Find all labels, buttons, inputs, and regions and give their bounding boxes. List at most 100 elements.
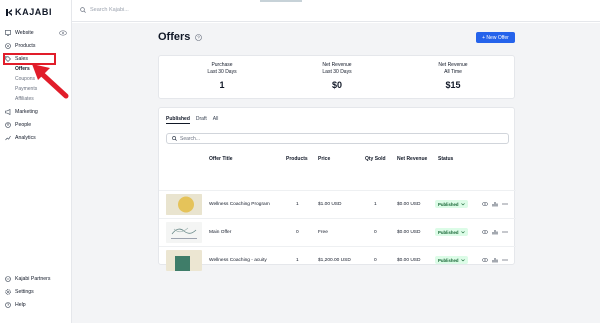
stat-net-revenue-all: Net Revenue All Time $15 bbox=[403, 62, 503, 90]
sidebar-item-help[interactable]: Help bbox=[5, 301, 26, 309]
gear-icon bbox=[5, 289, 11, 295]
more-icon[interactable] bbox=[502, 257, 508, 263]
sidebar-item-marketing[interactable]: Marketing bbox=[5, 108, 38, 116]
offer-products: 1 bbox=[296, 258, 299, 263]
sidebar-item-label: Marketing bbox=[15, 109, 38, 115]
sidebar-item-partners[interactable]: Kajabi Partners bbox=[5, 275, 50, 283]
tag-icon bbox=[5, 56, 11, 62]
sidebar-item-label: Help bbox=[15, 302, 26, 308]
offer-qty: 1 bbox=[374, 202, 377, 207]
sidebar-item-label: Settings bbox=[15, 289, 34, 295]
offer-title[interactable]: Main Offer bbox=[209, 230, 231, 235]
stat-value: 1 bbox=[219, 80, 225, 90]
products-icon bbox=[5, 43, 11, 49]
question-icon[interactable] bbox=[195, 33, 203, 41]
offer-qty: 0 bbox=[374, 258, 377, 263]
more-icon[interactable] bbox=[502, 229, 508, 235]
table-row[interactable]: Wellness Coaching Program 1 $1.00 USD 1 … bbox=[159, 190, 516, 218]
sidebar: KAJABI Website Products Sales Offers Cou… bbox=[0, 0, 72, 323]
column-header-revenue: Net Revenue bbox=[397, 156, 428, 162]
status-label: Published bbox=[438, 257, 459, 263]
column-header-qty: Qty Sold bbox=[365, 156, 386, 162]
kajabi-logo-icon bbox=[6, 8, 12, 16]
stat-net-revenue-30: Net Revenue Last 30 Days $0 bbox=[287, 62, 387, 90]
people-icon bbox=[5, 122, 11, 128]
main-content: Offers + New Offer Purchase Last 30 Days… bbox=[72, 23, 600, 323]
offer-revenue: $0.00 USD bbox=[397, 258, 421, 263]
new-offer-button[interactable]: + New Offer bbox=[476, 32, 515, 43]
global-search[interactable]: Search Kajabi... bbox=[80, 7, 129, 13]
sidebar-item-website[interactable]: Website bbox=[5, 29, 34, 37]
chart-icon[interactable] bbox=[492, 201, 498, 207]
stat-period: All Time bbox=[444, 69, 462, 75]
stat-label: Net Revenue bbox=[322, 62, 352, 68]
row-actions bbox=[482, 201, 508, 207]
column-header-status: Status bbox=[438, 156, 454, 162]
offer-products: 0 bbox=[296, 230, 299, 235]
sidebar-item-label: Website bbox=[15, 30, 34, 36]
stat-label: Net Revenue bbox=[438, 62, 468, 68]
eye-icon[interactable] bbox=[482, 201, 488, 207]
stat-value: $15 bbox=[445, 80, 461, 90]
offer-title[interactable]: Wellness Coaching - acuity bbox=[209, 258, 267, 263]
stat-purchases: Purchase Last 30 Days 1 bbox=[172, 62, 272, 90]
stat-label: Purchase bbox=[211, 62, 233, 68]
column-header-title: Offer Title bbox=[209, 156, 233, 162]
tab-all[interactable]: All bbox=[213, 116, 219, 124]
table-row[interactable]: Main Offer 0 Free 0 $0.00 USD Published bbox=[159, 218, 516, 246]
offer-thumbnail bbox=[166, 250, 202, 271]
sidebar-item-label: Kajabi Partners bbox=[15, 276, 51, 282]
status-badge[interactable]: Published bbox=[435, 228, 468, 236]
offers-table-card: Published Draft All Search... Offer Titl… bbox=[158, 107, 516, 271]
sidebar-item-analytics[interactable]: Analytics bbox=[5, 134, 36, 142]
sidebar-item-people[interactable]: People bbox=[5, 121, 31, 129]
offers-search-input[interactable]: Search... bbox=[166, 133, 509, 144]
sidebar-item-sales[interactable]: Sales bbox=[5, 55, 28, 63]
search-icon bbox=[80, 7, 86, 13]
kajabi-logo[interactable]: KAJABI bbox=[6, 7, 52, 17]
offer-title[interactable]: Wellness Coaching Program bbox=[209, 202, 270, 207]
top-indicator bbox=[260, 0, 302, 2]
table-row[interactable]: Wellness Coaching - acuity 1 $1,200.00 U… bbox=[159, 246, 516, 274]
status-badge[interactable]: Published bbox=[435, 256, 468, 264]
sidebar-item-settings[interactable]: Settings bbox=[5, 288, 34, 296]
more-icon[interactable] bbox=[502, 201, 508, 207]
annotation-arrow bbox=[32, 64, 69, 99]
tab-published[interactable]: Published bbox=[166, 116, 190, 124]
offer-price: $1,200.00 USD bbox=[318, 258, 351, 263]
offer-qty: 0 bbox=[374, 230, 377, 235]
row-actions bbox=[482, 257, 508, 263]
sidebar-subitem-offers[interactable]: Offers bbox=[15, 66, 30, 72]
status-badge[interactable]: Published bbox=[435, 200, 468, 208]
page-header: Offers bbox=[158, 31, 203, 43]
offer-price: $1.00 USD bbox=[318, 202, 342, 207]
offer-thumbnail bbox=[166, 194, 202, 215]
analytics-icon bbox=[5, 135, 11, 141]
sidebar-item-products[interactable]: Products bbox=[5, 42, 35, 50]
eye-icon[interactable] bbox=[59, 30, 67, 36]
top-bar: Search Kajabi... bbox=[72, 0, 600, 22]
megaphone-icon bbox=[5, 109, 11, 115]
column-header-price: Price bbox=[318, 156, 331, 162]
chart-icon[interactable] bbox=[492, 229, 498, 235]
stat-value: $0 bbox=[331, 80, 342, 90]
eye-icon[interactable] bbox=[482, 229, 488, 235]
partners-icon bbox=[5, 276, 11, 282]
chevron-down-icon bbox=[460, 230, 465, 233]
sidebar-item-label: Sales bbox=[15, 56, 28, 62]
sidebar-item-label: Analytics bbox=[15, 135, 36, 141]
status-label: Published bbox=[438, 229, 459, 235]
offer-revenue: $0.00 USD bbox=[397, 230, 421, 235]
eye-icon[interactable] bbox=[482, 257, 488, 263]
offer-price: Free bbox=[318, 230, 328, 235]
sidebar-item-label: Products bbox=[15, 43, 36, 49]
global-search-placeholder: Search Kajabi... bbox=[90, 7, 129, 13]
chevron-down-icon bbox=[460, 202, 465, 205]
chevron-down-icon bbox=[460, 258, 465, 261]
stat-period: Last 30 Days bbox=[207, 69, 237, 75]
stat-period: Last 30 Days bbox=[322, 69, 352, 75]
tab-draft[interactable]: Draft bbox=[196, 116, 207, 124]
offer-products: 1 bbox=[296, 202, 299, 207]
chart-icon[interactable] bbox=[492, 257, 498, 263]
page-title: Offers bbox=[158, 31, 191, 43]
